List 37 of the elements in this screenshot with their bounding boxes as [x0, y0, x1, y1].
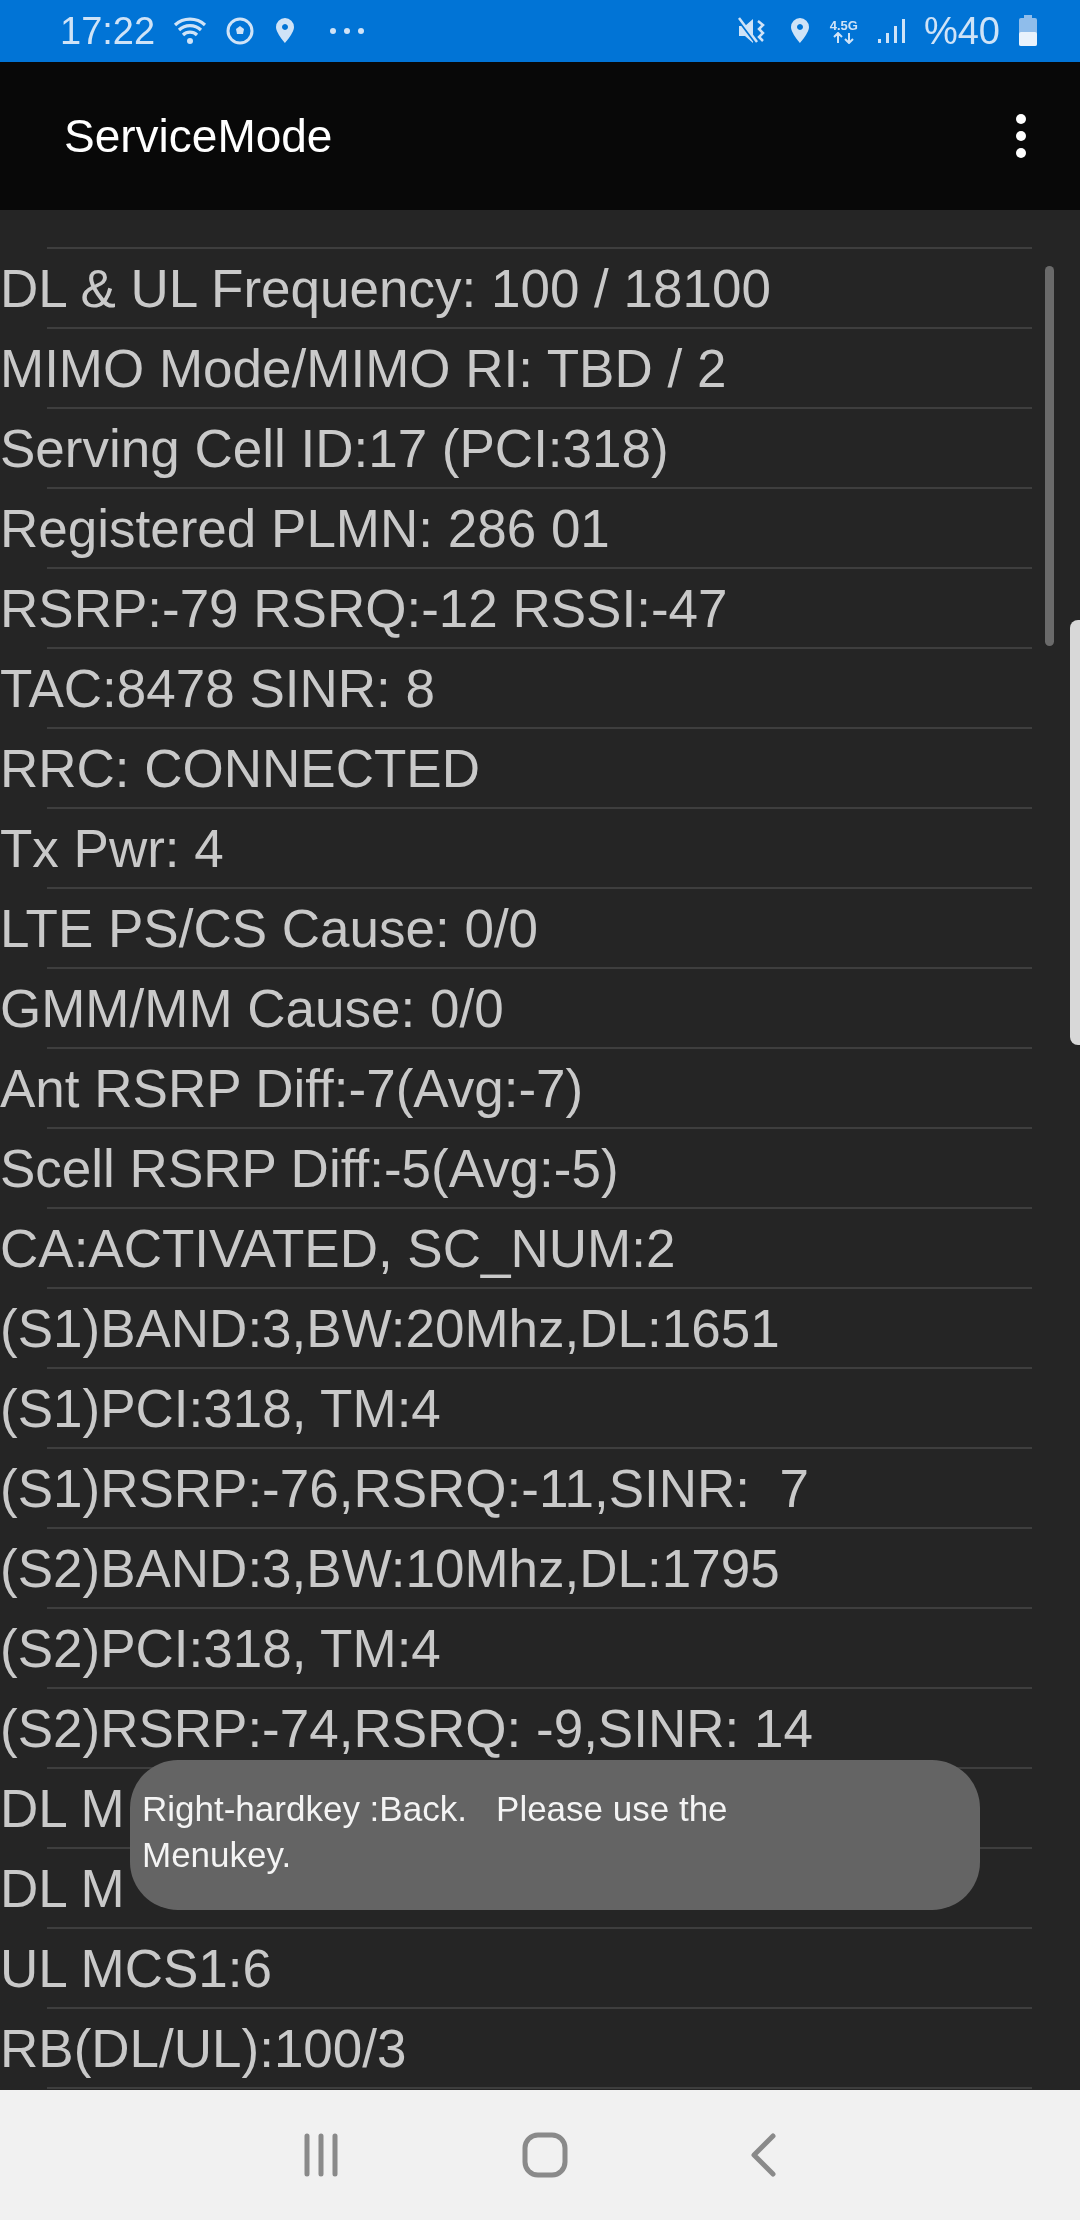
- info-line: (S1)BAND:3,BW:20Mhz,DL:1651: [0, 1298, 780, 1360]
- home-icon[interactable]: [522, 2132, 568, 2178]
- info-line: UL MCS1:6: [0, 1938, 272, 2000]
- info-line: Serving Cell ID:17 (PCI:318): [0, 418, 669, 480]
- data-arrows-icon: [832, 31, 855, 44]
- status-time: 17:22: [60, 9, 156, 53]
- toast-message: Right-hardkey :Back. Please use the Menukey.: [142, 1788, 729, 1877]
- info-line: TAC:8478 SINR: 8: [0, 658, 435, 720]
- info-line: MIMO Mode/MIMO RI: TBD / 2: [0, 338, 727, 400]
- more-icon: [329, 27, 366, 35]
- info-line: DL & UL Frequency: 100 / 18100: [0, 258, 771, 320]
- info-line: (S2)BAND:3,BW:10Mhz,DL:1795: [0, 1538, 780, 1600]
- info-line: CA:ACTIVATED, SC_NUM:2: [0, 1218, 676, 1280]
- info-line: LTE PS/CS Cause: 0/0: [0, 898, 539, 960]
- info-line: RRC: CONNECTED: [0, 738, 480, 800]
- battery-icon: [1018, 15, 1038, 47]
- edge-panel-handle[interactable]: [1070, 620, 1080, 1045]
- info-line: Registered PLMN: 286 01: [0, 498, 610, 560]
- ball-icon: [225, 16, 256, 46]
- info-line: Tx Pwr: 4: [0, 818, 224, 880]
- info-line: (S2)RSRP:-74,RSRQ: -9,SINR: 14: [0, 1698, 813, 1760]
- info-line: Ant RSRP Diff:-7(Avg:-7): [0, 1058, 584, 1120]
- info-line: DL M: [0, 1858, 125, 1920]
- info-line: (S1)PCI:318, TM:4: [0, 1378, 441, 1440]
- info-line: RSRP:-79 RSRQ:-12 RSSI:-47: [0, 578, 728, 640]
- info-line: Scell RSRP Diff:-5(Avg:-5): [0, 1138, 619, 1200]
- info-line: (S1)RSRP:-76,RSRQ:-11,SINR: 7: [0, 1458, 809, 1520]
- info-line: RB(DL/UL):100/3: [0, 2018, 407, 2080]
- more-options-icon[interactable]: [1014, 113, 1028, 159]
- network-type: 4.5G: [829, 18, 858, 32]
- app-title: ServiceMode: [64, 109, 333, 163]
- battery-level: %40: [923, 9, 1000, 53]
- info-line: (S2)PCI:318, TM:4: [0, 1618, 441, 1680]
- info-line: DL M: [0, 1778, 125, 1840]
- info-line: GMM/MM Cause: 0/0: [0, 978, 504, 1040]
- wifi-icon: [173, 16, 208, 46]
- signal-icon: [875, 17, 906, 45]
